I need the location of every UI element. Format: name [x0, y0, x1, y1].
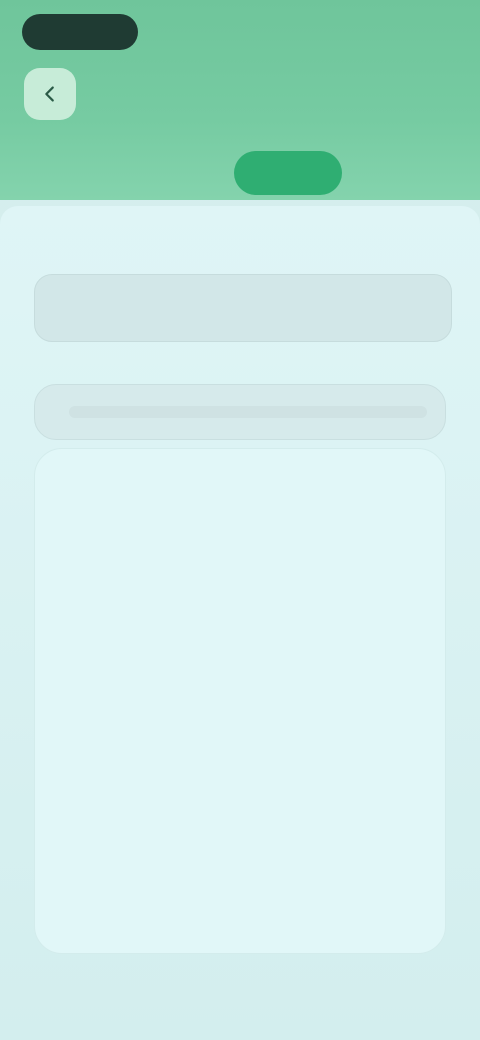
- content-panel: [34, 448, 446, 954]
- back-arrow-icon: [45, 86, 54, 102]
- hint-row: [40, 348, 440, 366]
- tab-2[interactable]: [138, 151, 174, 195]
- tab-4[interactable]: [402, 151, 438, 195]
- tab-1[interactable]: [42, 151, 78, 195]
- search-field[interactable]: [34, 274, 452, 342]
- tab-bar: [0, 148, 480, 198]
- search-input[interactable]: [53, 299, 433, 317]
- filter-bar-track: [69, 406, 427, 418]
- status-bar-pill: [22, 14, 138, 50]
- status-time: [388, 20, 440, 40]
- top-app-bar: [0, 0, 480, 200]
- bottom-area: [0, 962, 480, 1040]
- filter-bar[interactable]: [34, 384, 446, 440]
- page-title: [150, 78, 330, 106]
- back-button[interactable]: [24, 68, 76, 120]
- tab-3-active[interactable]: [234, 151, 342, 195]
